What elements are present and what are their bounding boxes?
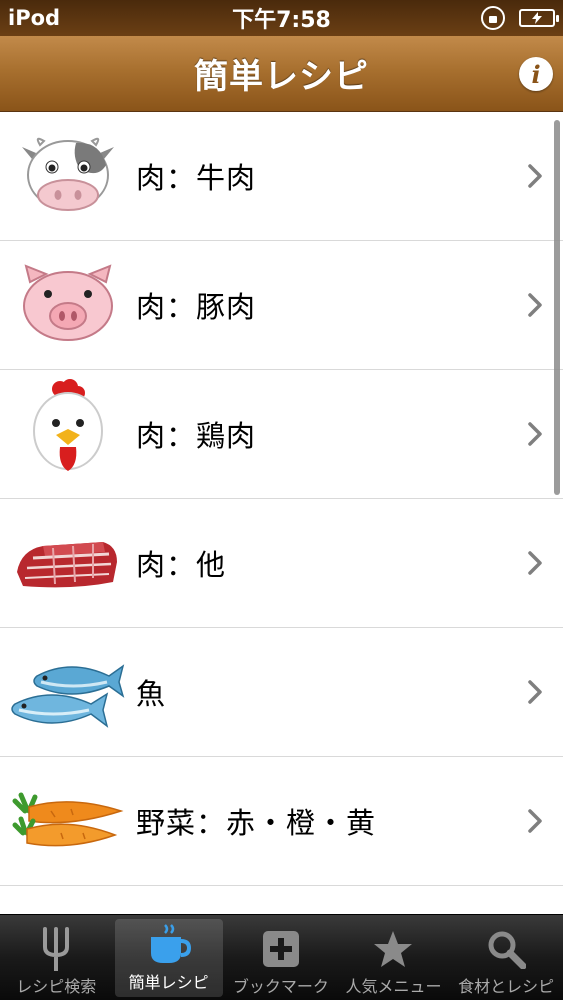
tab-bookmark[interactable]: ブックマーク [225, 915, 338, 1000]
status-indicators [481, 6, 559, 30]
chevron-right-icon [528, 551, 542, 575]
tab-label: 簡単レシピ [128, 973, 209, 992]
vegetable-icon [8, 901, 128, 915]
fork-icon [39, 925, 73, 973]
tab-label: ブックマーク [232, 977, 329, 996]
meat-icon [8, 513, 128, 613]
info-icon: i [531, 59, 541, 89]
list-item-label: 肉：他 [136, 548, 227, 582]
cup-icon [147, 921, 191, 969]
tab-ingredients-recipe[interactable]: 食材とレシピ [450, 915, 563, 1000]
cow-icon [8, 126, 128, 226]
status-time: 下午7:58 [232, 8, 331, 33]
list-item-other-meat[interactable]: 肉：他 [0, 499, 563, 628]
star-icon [373, 925, 413, 973]
chevron-right-icon [528, 164, 542, 188]
fish-icon [8, 642, 128, 742]
battery-charging-icon [519, 9, 559, 27]
tab-label: 人気メニュー [345, 977, 442, 996]
chevron-right-icon [528, 680, 542, 704]
tab-easy-recipe[interactable]: 簡単レシピ [114, 919, 223, 997]
recipe-category-list[interactable]: 肉：牛肉 肉：豚肉 肉：鶏肉 肉：他 魚 野菜：赤・橙・黄 [0, 112, 563, 914]
list-item-beef[interactable]: 肉：牛肉 [0, 112, 563, 241]
tab-label: レシピ検索 [16, 977, 97, 996]
page-title: 簡単レシピ [194, 57, 369, 97]
tab-bar: レシピ検索 簡単レシピ ブックマーク 人気メニュー 食材とレシピ [0, 914, 563, 1000]
list-item-label: 肉：鶏肉 [136, 419, 257, 453]
list-item-fish[interactable]: 魚 [0, 628, 563, 757]
list-item-partial[interactable] [0, 886, 563, 914]
list-item-vegetables[interactable]: 野菜：赤・橙・黄 [0, 757, 563, 886]
search-icon [486, 925, 527, 973]
list-item-label: 野菜：赤・橙・黄 [136, 806, 377, 840]
pig-icon [8, 255, 128, 355]
list-item-label: 肉：牛肉 [136, 161, 257, 195]
list-item-pork[interactable]: 肉：豚肉 [0, 241, 563, 370]
list-item-label: 肉：豚肉 [136, 290, 257, 324]
plus-icon [262, 925, 300, 973]
carrot-icon [8, 771, 128, 871]
tab-recipe-search[interactable]: レシピ検索 [0, 915, 113, 1000]
chevron-right-icon [528, 293, 542, 317]
status-bar: iPod 下午7:58 [0, 0, 563, 36]
chicken-icon [8, 379, 128, 484]
navigation-bar: 簡単レシピ i [0, 36, 563, 112]
tab-popular-menu[interactable]: 人気メニュー [337, 915, 450, 1000]
tab-label: 食材とレシピ [458, 977, 555, 996]
chevron-right-icon [528, 809, 542, 833]
orientation-lock-icon [481, 6, 505, 30]
info-button[interactable]: i [519, 57, 553, 91]
scroll-indicator [554, 120, 560, 495]
list-item-chicken[interactable]: 肉：鶏肉 [0, 370, 563, 499]
chevron-right-icon [528, 422, 542, 446]
list-item-label: 魚 [136, 677, 167, 711]
